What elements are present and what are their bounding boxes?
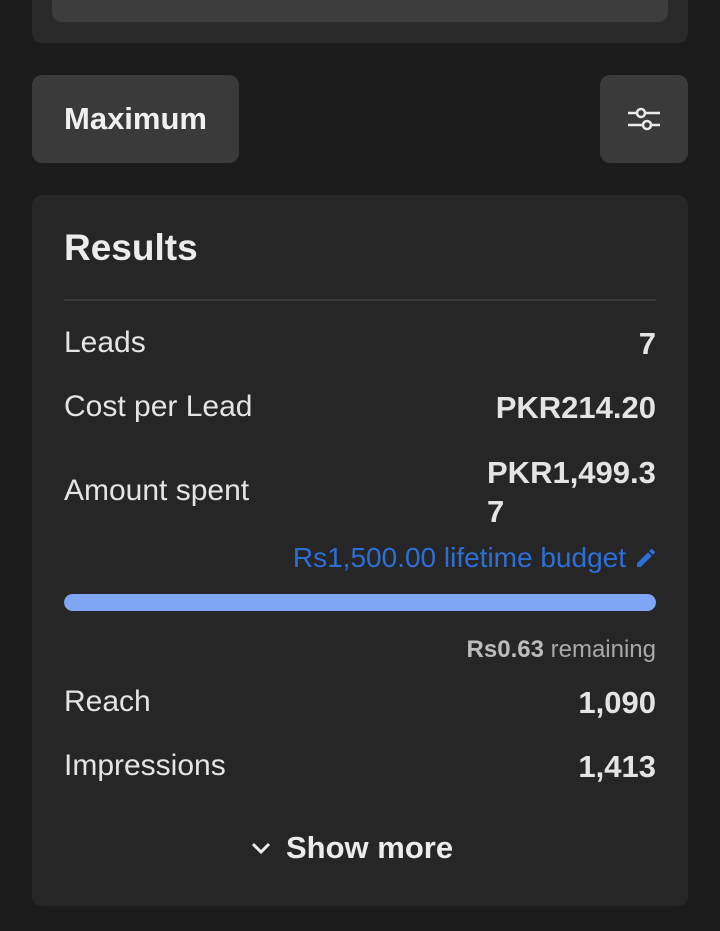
remaining-label: remaining <box>550 636 656 663</box>
pencil-icon <box>637 548 656 567</box>
maximum-button[interactable]: Maximum <box>32 75 239 163</box>
impressions-label: Impressions <box>64 749 226 782</box>
leads-label: Leads <box>64 326 146 359</box>
sliders-icon <box>628 107 660 131</box>
budget-progress-fill <box>64 594 656 611</box>
remaining-budget: Rs0.63 remaining <box>467 636 656 664</box>
amount-spent-value: PKR1,499.37 <box>487 455 656 529</box>
remaining-amount: Rs0.63 <box>466 636 544 663</box>
previous-card-field[interactable] <box>52 0 668 22</box>
budget-progress-bar <box>64 594 656 611</box>
divider <box>64 299 656 301</box>
results-title: Results <box>64 227 198 268</box>
impressions-value: 1,413 <box>578 749 656 784</box>
lifetime-budget-link[interactable]: Rs1,500.00 lifetime budget <box>293 542 658 574</box>
lifetime-budget-text: Rs1,500.00 lifetime budget <box>292 542 626 573</box>
cost-per-lead-value: PKR214.20 <box>495 390 656 425</box>
show-more-label: Show more <box>286 830 454 865</box>
reach-value: 1,090 <box>578 685 656 720</box>
chevron-down-icon <box>251 842 271 855</box>
show-more-button[interactable]: Show more <box>250 823 480 873</box>
leads-value: 7 <box>638 326 656 361</box>
cost-per-lead-label: Cost per Lead <box>64 390 253 423</box>
amount-spent-label: Amount spent <box>64 474 250 507</box>
reach-label: Reach <box>64 685 151 718</box>
filter-settings-button[interactable] <box>600 75 688 163</box>
